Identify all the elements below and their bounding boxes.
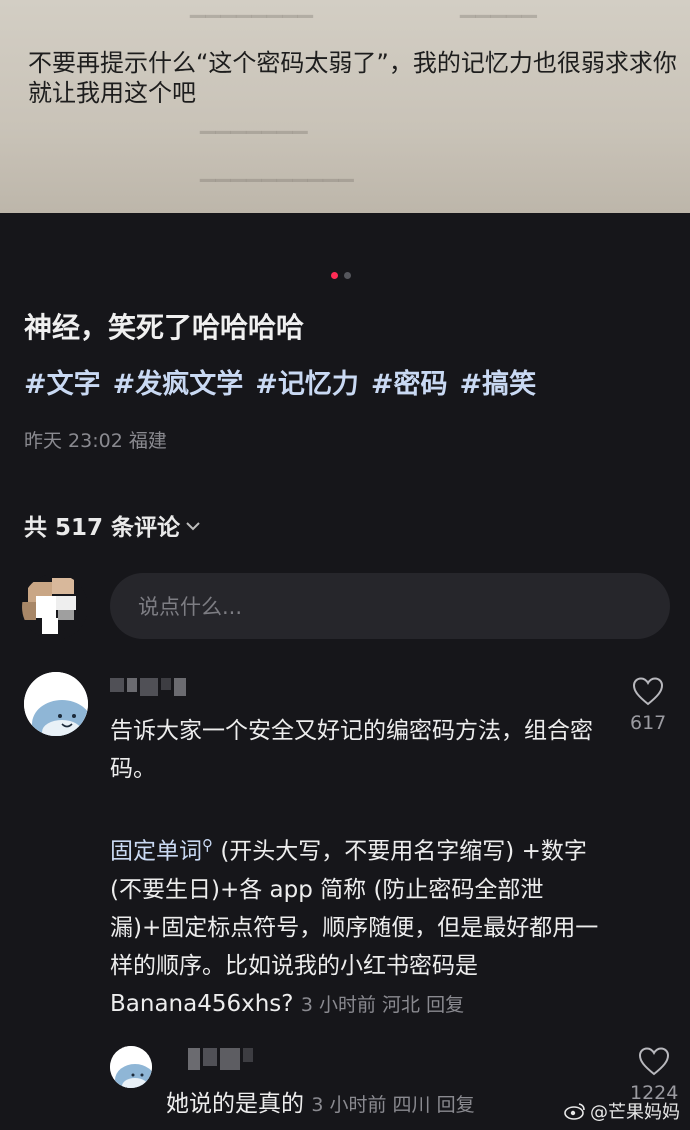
comment-main-text: (开头大写，不要用名字缩写) +数字 (不要生日)+各 app 简称 (防止密码… <box>110 838 599 1017</box>
keyword-link[interactable]: 固定单词 <box>110 839 202 865</box>
comment-location: 河北 <box>382 993 421 1016</box>
comment-input[interactable]: 说点什么... <box>110 573 670 639</box>
reply-main-text: 她说的是真的 <box>166 1091 304 1117</box>
comment-time: 3 小时前 <box>300 993 376 1016</box>
hashtag-link[interactable]: #文字 <box>24 362 101 401</box>
weibo-logo-icon <box>564 1103 585 1120</box>
chevron-down-icon <box>186 516 200 535</box>
reply-body: 她说的是真的 3 小时前 四川 回复 <box>166 1084 475 1118</box>
comment-count: 共 517 条评论 <box>24 515 181 541</box>
post-location: 福建 <box>128 430 167 452</box>
hashtag-link[interactable]: #密码 <box>371 362 448 401</box>
post-time: 昨天 23:02 <box>24 430 123 452</box>
ghost-text-decor: ▁▁▁▁▁ <box>460 0 537 18</box>
like-button[interactable]: 617 <box>630 676 666 734</box>
ghost-text-decor: ▁▁▁▁▁▁▁▁ <box>190 0 314 18</box>
watermark-text: @芒果妈妈 <box>590 1102 680 1123</box>
hashtag-list: #文字 #发疯文学 #记忆力 #密码 #搞笑 <box>24 362 536 401</box>
comment-meta: 3 小时前 河北 回复 <box>301 994 464 1016</box>
post-image[interactable]: ▁▁▁▁▁▁▁▁ ▁▁▁▁▁ ▁▁▁▁▁▁▁ ▁▁▁▁▁▁▁▁▁▁ 不要再提示什… <box>0 0 690 213</box>
like-button[interactable]: 1224 <box>630 1046 678 1104</box>
carousel-dot-active <box>331 272 338 279</box>
like-count: 617 <box>630 712 667 734</box>
carousel-indicator <box>331 272 351 279</box>
current-user-avatar[interactable] <box>22 574 88 640</box>
reply-button[interactable]: 回复 <box>437 1094 475 1116</box>
ghost-text-decor: ▁▁▁▁▁▁▁ <box>200 110 308 134</box>
replier-name-redacted <box>188 1048 253 1070</box>
reply-button[interactable]: 回复 <box>426 994 464 1016</box>
ghost-text-decor: ▁▁▁▁▁▁▁▁▁▁ <box>200 158 354 182</box>
post-title: 神经，笑死了哈哈哈哈 <box>24 311 305 344</box>
commenter-avatar[interactable] <box>24 672 88 736</box>
replier-avatar[interactable] <box>110 1046 152 1088</box>
search-icon: ⚲ <box>202 836 213 854</box>
shark-avatar-icon <box>110 1046 152 1088</box>
heart-icon <box>633 677 664 706</box>
commenter-name-redacted <box>110 678 186 696</box>
watermark: @芒果妈妈 <box>564 1098 680 1124</box>
comment-intro: 告诉大家一个安全又好记的编密码方法，组合密码。 <box>110 718 593 782</box>
reply-time: 3 小时前 <box>311 1094 387 1116</box>
comment-body: 告诉大家一个安全又好记的编密码方法，组合密码。 固定单词⚲ (开头大写，不要用名… <box>110 712 610 1024</box>
hashtag-link[interactable]: #搞笑 <box>460 362 537 401</box>
carousel-dot <box>344 272 351 279</box>
reply-location: 四川 <box>392 1094 431 1116</box>
heart-icon <box>639 1047 670 1076</box>
reply-meta: 3 小时前 四川 回复 <box>311 1094 474 1116</box>
post-meta: 昨天 23:02 福建 <box>24 426 167 453</box>
hashtag-link[interactable]: #记忆力 <box>255 362 359 401</box>
image-caption: 不要再提示什么“这个密码太弱了”，我的记忆力也很弱求求你就让我用这个吧 <box>28 49 677 107</box>
comment-count-toggle[interactable]: 共 517 条评论 <box>24 508 200 542</box>
shark-avatar-icon <box>24 672 88 736</box>
hashtag-link[interactable]: #发疯文学 <box>113 362 244 401</box>
